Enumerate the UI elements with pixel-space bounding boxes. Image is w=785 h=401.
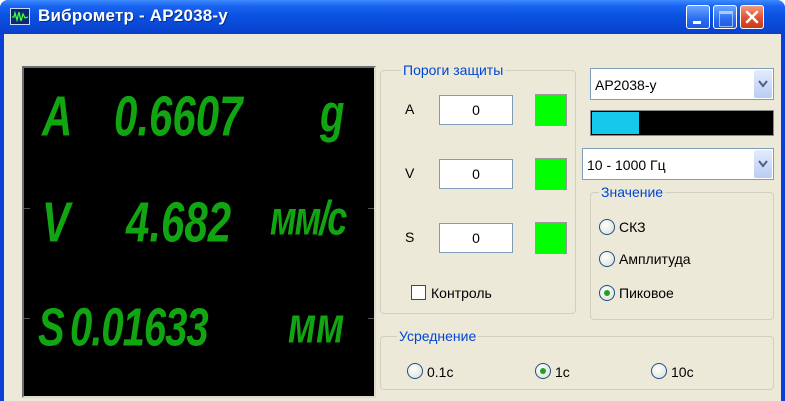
threshold-input-a[interactable]: 0 [439, 95, 513, 125]
threshold-label-s: S [405, 229, 415, 245]
value-group: Значение СКЗ Амплитуда Пиковое [590, 184, 774, 320]
displacement-letter: S [38, 298, 65, 358]
value-legend: Значение [599, 184, 666, 200]
averaging-label-10s: 10с [671, 364, 694, 380]
value-label-peak: Пиковое [619, 285, 674, 301]
velocity-unit: мм/с [270, 190, 347, 246]
displacement-value: 0.01633 [70, 298, 209, 358]
acceleration-unit: g [320, 84, 345, 144]
signal-level-bar [590, 110, 774, 136]
band-select[interactable]: 10 - 1000 Гц [582, 148, 774, 180]
close-icon[interactable] [740, 5, 764, 29]
acceleration-value: 0.6607 [114, 84, 243, 148]
thresholds-legend: Пороги защиты [401, 62, 506, 78]
control-checkbox[interactable] [411, 285, 426, 300]
app-window: Виброметр - AP2038-у A 0.6607 g V 4.682 … [0, 0, 785, 401]
averaging-label-0-1s: 0.1с [427, 364, 454, 380]
averaging-legend: Усреднение [397, 328, 479, 344]
displacement-unit: мм [288, 298, 345, 355]
displacement-readout: S 0.01633 мм [24, 298, 374, 393]
velocity-readout: V 4.682 мм/с [24, 190, 374, 285]
averaging-radio-0-1s[interactable] [407, 363, 423, 379]
acceleration-letter: A [42, 84, 73, 148]
thresholds-group: Пороги защиты A 0 V 0 S 0 Контроль [380, 62, 576, 314]
band-select-value: 10 - 1000 Гц [587, 157, 666, 173]
value-radio-amplitude[interactable] [599, 251, 615, 267]
averaging-radio-10s[interactable] [651, 363, 667, 379]
measurement-display: A 0.6607 g V 4.682 мм/с S 0.01633 мм [22, 66, 376, 398]
chevron-down-icon[interactable] [754, 150, 772, 178]
device-select[interactable]: AP2038-у [590, 68, 774, 100]
threshold-led-v [535, 158, 567, 190]
waveform-icon[interactable] [10, 8, 30, 25]
threshold-input-v[interactable]: 0 [439, 159, 513, 189]
value-radio-peak[interactable] [599, 285, 615, 301]
velocity-letter: V [42, 190, 71, 254]
velocity-value: 4.682 [126, 190, 232, 254]
threshold-input-s[interactable]: 0 [439, 223, 513, 253]
acceleration-readout: A 0.6607 g [24, 84, 374, 179]
window-title: Виброметр - AP2038-у [38, 6, 228, 25]
device-select-value: AP2038-у [595, 77, 657, 93]
averaging-label-1s: 1с [555, 364, 570, 380]
threshold-led-a [535, 94, 567, 126]
maximize-icon[interactable] [713, 5, 737, 29]
signal-level-fill [592, 112, 639, 134]
averaging-radio-1s[interactable] [535, 363, 551, 379]
threshold-label-v: V [405, 165, 415, 181]
threshold-label-a: A [405, 101, 415, 117]
threshold-led-s [535, 222, 567, 254]
value-radio-rms[interactable] [599, 219, 615, 235]
minimize-icon[interactable] [686, 5, 710, 29]
chevron-down-icon[interactable] [754, 70, 772, 98]
averaging-group: Усреднение 0.1с 1с 10с [380, 328, 774, 390]
title-bar[interactable]: Виброметр - AP2038-у [0, 0, 785, 34]
value-label-amplitude: Амплитуда [619, 251, 691, 267]
control-label: Контроль [431, 285, 492, 301]
value-label-rms: СКЗ [619, 219, 646, 235]
client-area: A 0.6607 g V 4.682 мм/с S 0.01633 мм Пор… [4, 34, 781, 401]
